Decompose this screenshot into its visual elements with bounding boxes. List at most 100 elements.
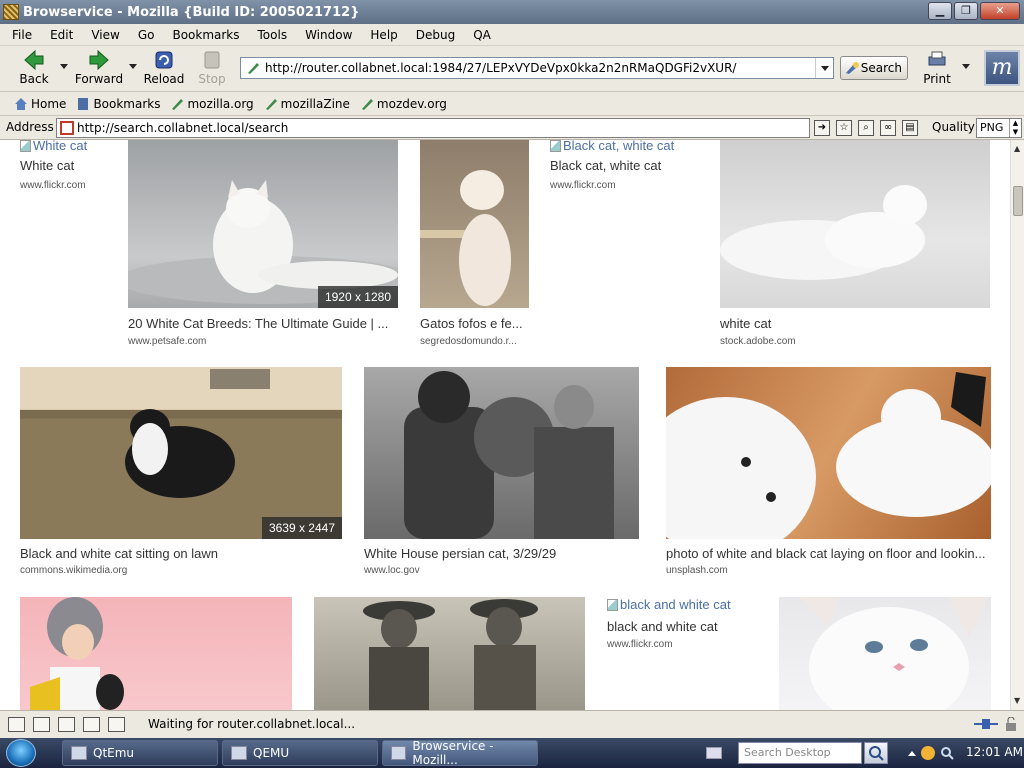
menu-file[interactable]: File	[12, 28, 32, 42]
result-image[interactable]	[364, 367, 639, 539]
bookmark-mozilla-org[interactable]: mozilla.org	[170, 97, 254, 111]
menu-window[interactable]: Window	[305, 28, 352, 42]
result-caption[interactable]: photo of white and black cat laying on f…	[666, 546, 991, 561]
result-image[interactable]	[20, 597, 292, 710]
result-caption[interactable]: Gatos fofos e fe...	[420, 316, 529, 331]
result-tile[interactable]: white cat stock.adobe.com	[720, 140, 990, 350]
result-caption[interactable]: White House persian cat, 3/29/29	[364, 546, 639, 561]
tray-app-icon[interactable]	[921, 746, 935, 760]
back-history-dropdown[interactable]	[60, 64, 68, 69]
result-tile[interactable]	[779, 597, 991, 710]
clipboard-icon[interactable]: ▤	[902, 120, 918, 136]
result-caption[interactable]: Black and white cat sitting on lawn	[20, 546, 342, 561]
menu-go[interactable]: Go	[138, 28, 155, 42]
result-source[interactable]: commons.wikimedia.org	[20, 565, 342, 576]
menu-qa[interactable]: QA	[473, 28, 491, 42]
bookmark-home[interactable]: Home	[14, 97, 66, 111]
stop-button[interactable]: Stop	[192, 48, 232, 90]
print-button[interactable]: Print	[918, 48, 956, 90]
result-caption[interactable]: Black cat, white cat	[550, 158, 700, 173]
result-tile[interactable]: White cat White cat www.flickr.com	[20, 140, 120, 191]
menu-edit[interactable]: Edit	[50, 28, 73, 42]
scroll-up-arrow-icon[interactable]: ▲	[1014, 144, 1020, 153]
result-source[interactable]: www.flickr.com	[20, 180, 120, 191]
quality-spinner[interactable]: ▲ ▼	[1009, 119, 1021, 137]
result-tile[interactable]	[20, 597, 292, 710]
result-source[interactable]: www.flickr.com	[607, 639, 767, 650]
result-caption[interactable]: black and white cat	[607, 619, 767, 634]
result-caption[interactable]: white cat	[720, 316, 990, 331]
broken-image[interactable]: Black cat, white cat	[550, 140, 674, 153]
result-image[interactable]	[720, 140, 990, 308]
taskbar-clock[interactable]: 12:01 AM	[966, 745, 1023, 759]
menu-view[interactable]: View	[91, 28, 119, 42]
taskbar-item-qtemu[interactable]: QtEmu	[62, 740, 218, 766]
result-tile[interactable]: photo of white and black cat laying on f…	[666, 367, 991, 579]
bookmark-mozdev-org[interactable]: mozdev.org	[360, 97, 447, 111]
address-input[interactable]: http://search.collabnet.local/search	[56, 118, 810, 138]
result-caption[interactable]: 20 White Cat Breeds: The Ultimate Guide …	[128, 316, 398, 331]
result-tile[interactable]: Black cat, white cat Black cat, white ca…	[550, 140, 700, 191]
broken-image[interactable]: White cat	[20, 140, 87, 153]
mozilla-throbber-icon[interactable]: m	[984, 50, 1020, 86]
mail-icon[interactable]	[33, 717, 50, 732]
result-source[interactable]: www.petsafe.com	[128, 336, 398, 347]
close-button[interactable]: ✕	[980, 2, 1020, 20]
keyboard-icon[interactable]	[706, 747, 722, 759]
binoculars-icon[interactable]: ∞	[880, 120, 896, 136]
result-source[interactable]: segredosdomundo.r...	[420, 336, 529, 347]
result-image[interactable]	[666, 367, 991, 539]
print-options-dropdown[interactable]	[962, 64, 970, 69]
go-arrow-icon[interactable]: ➜	[814, 120, 830, 136]
result-tile[interactable]	[314, 597, 585, 710]
result-tile[interactable]: Gatos fofos e fe... segredosdomundo.r...	[420, 140, 529, 350]
minimize-button[interactable]: ▁	[928, 2, 952, 20]
desktop-search-button[interactable]	[864, 742, 888, 764]
bookmark-mozillazine[interactable]: mozillaZine	[264, 97, 350, 111]
taskbar-item-qemu[interactable]: QEMU	[222, 740, 378, 766]
result-source[interactable]: unsplash.com	[666, 565, 991, 576]
result-source[interactable]: www.flickr.com	[550, 180, 700, 191]
bookmark-icon[interactable]: ☆	[836, 120, 852, 136]
menu-debug[interactable]: Debug	[416, 28, 455, 42]
result-image[interactable]	[779, 597, 991, 710]
find-icon[interactable]: ⌕	[858, 120, 874, 136]
reload-button[interactable]: Reload	[142, 48, 186, 90]
broken-image[interactable]: black and white cat	[607, 597, 731, 612]
scroll-down-arrow-icon[interactable]: ▼	[1014, 696, 1020, 705]
result-image[interactable]: 1920 x 1280	[128, 140, 398, 308]
maximize-button[interactable]: ❐	[954, 2, 978, 20]
navigator-icon[interactable]	[8, 717, 25, 732]
result-tile[interactable]: White House persian cat, 3/29/29 www.loc…	[364, 367, 639, 579]
irc-chat-icon[interactable]	[108, 717, 125, 732]
result-source[interactable]: www.loc.gov	[364, 565, 639, 576]
addressbook-icon[interactable]	[83, 717, 100, 732]
quality-selector[interactable]: PNG ▲ ▼	[976, 118, 1022, 138]
result-image[interactable]: 3639 x 2447	[20, 367, 342, 539]
result-source[interactable]: stock.adobe.com	[720, 336, 990, 347]
composer-icon[interactable]	[58, 717, 75, 732]
back-button[interactable]: Back	[12, 48, 56, 90]
desktop-search-input[interactable]: Search Desktop	[738, 742, 862, 764]
taskbar-item-browservice[interactable]: Browservice - Mozill...	[382, 739, 538, 767]
start-button[interactable]	[6, 739, 36, 767]
result-tile[interactable]: 1920 x 1280 20 White Cat Breeds: The Ult…	[128, 140, 398, 350]
tray-search-icon[interactable]	[940, 746, 954, 760]
search-button[interactable]: Search	[840, 56, 908, 80]
forward-button[interactable]: Forward	[74, 48, 124, 90]
result-image[interactable]	[420, 140, 529, 308]
tray-expand-icon[interactable]	[908, 750, 916, 756]
url-history-dropdown[interactable]	[815, 58, 833, 78]
result-caption[interactable]: White cat	[20, 158, 120, 173]
page-scrollbar[interactable]: ▲ ▼	[1010, 140, 1024, 710]
result-tile[interactable]: black and white cat black and white cat …	[607, 597, 767, 657]
menu-bookmarks[interactable]: Bookmarks	[172, 28, 239, 42]
scroll-thumb[interactable]	[1013, 186, 1023, 216]
result-image[interactable]	[314, 597, 585, 710]
bookmark-bookmarks[interactable]: Bookmarks	[76, 97, 160, 111]
url-field[interactable]: http://router.collabnet.local:1984/27/LE…	[240, 57, 834, 79]
menu-tools[interactable]: Tools	[258, 28, 288, 42]
window-titlebar[interactable]: Browservice - Mozilla {Build ID: 2005021…	[0, 0, 1024, 24]
menu-help[interactable]: Help	[370, 28, 397, 42]
security-lock-icon[interactable]	[1004, 717, 1018, 731]
